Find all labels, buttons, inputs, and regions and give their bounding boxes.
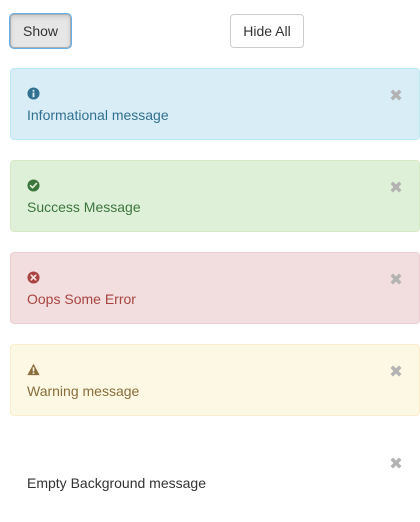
x-circle-icon bbox=[27, 271, 40, 284]
info-circle-icon bbox=[27, 87, 40, 100]
alert-error: Oops Some Error bbox=[10, 252, 420, 324]
alert-warning: Warning message bbox=[10, 344, 420, 416]
alert-success: Success Message bbox=[10, 160, 420, 232]
alert-error-message: Oops Some Error bbox=[27, 291, 136, 307]
show-button[interactable]: Show bbox=[10, 14, 71, 48]
close-icon[interactable] bbox=[388, 455, 404, 471]
alert-info-message: Informational message bbox=[27, 107, 169, 123]
alert-plain-message: Empty Background message bbox=[27, 475, 206, 491]
close-icon[interactable] bbox=[388, 363, 404, 379]
close-icon[interactable] bbox=[388, 271, 404, 287]
close-icon[interactable] bbox=[388, 179, 404, 195]
close-icon[interactable] bbox=[388, 87, 404, 103]
alert-info: Informational message bbox=[10, 68, 420, 140]
warning-triangle-icon bbox=[27, 363, 40, 376]
hide-all-button[interactable]: Hide All bbox=[230, 14, 304, 48]
check-circle-icon bbox=[27, 179, 40, 192]
alert-success-message: Success Message bbox=[27, 199, 141, 215]
alert-warning-message: Warning message bbox=[27, 383, 140, 399]
alert-plain: Empty Background message bbox=[10, 436, 420, 508]
